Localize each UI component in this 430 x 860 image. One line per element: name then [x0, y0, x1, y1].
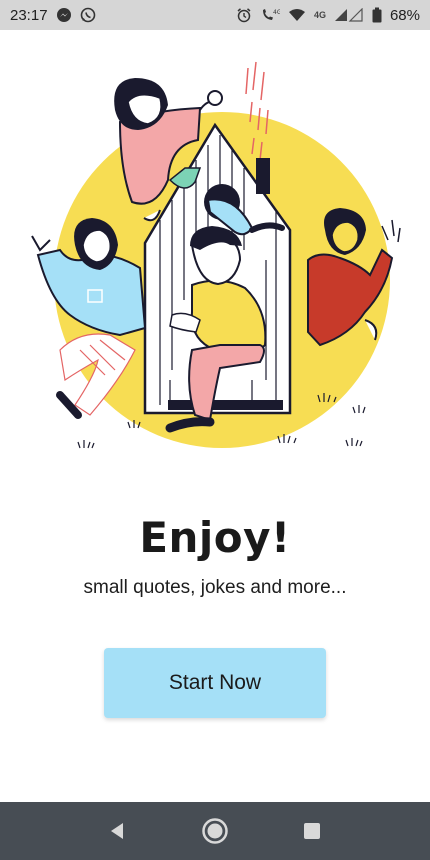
- status-time: 23:17: [10, 6, 48, 24]
- start-now-button[interactable]: Start Now: [104, 648, 326, 718]
- signal-icon: [334, 8, 364, 22]
- navigation-bar: [0, 802, 430, 860]
- alarm-icon: [236, 7, 252, 23]
- page-subtitle: small quotes, jokes and more...: [83, 577, 347, 598]
- recents-button[interactable]: [292, 811, 332, 851]
- battery-icon: [372, 7, 382, 23]
- status-left: 23:17: [10, 7, 96, 24]
- battery-percent: 68%: [389, 6, 420, 24]
- status-right: 4G 4G 68%: [236, 7, 420, 24]
- hero-illustration: [20, 50, 410, 470]
- call-icon: 4G: [260, 7, 280, 23]
- wifi-icon: [288, 8, 306, 22]
- home-icon: [202, 818, 228, 844]
- whatsapp-icon: [80, 7, 96, 23]
- status-bar: 23:17 4G 4G 68%: [0, 0, 430, 30]
- svg-text:4G: 4G: [273, 9, 280, 16]
- messenger-icon: [56, 7, 72, 23]
- back-button[interactable]: [98, 811, 138, 851]
- page-title: Enjoy!: [139, 513, 291, 562]
- back-icon: [111, 823, 124, 839]
- recents-icon: [303, 823, 320, 839]
- home-button[interactable]: [195, 811, 235, 851]
- network-type: 4G: [313, 10, 326, 20]
